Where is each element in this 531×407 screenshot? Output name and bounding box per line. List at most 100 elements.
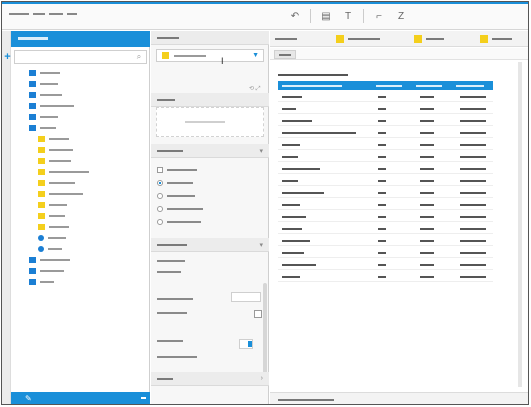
row-value	[378, 132, 386, 134]
tree-item[interactable]	[29, 256, 70, 264]
report-tab[interactable]	[274, 50, 296, 59]
legend-item[interactable]	[414, 35, 444, 43]
tree-item-label	[40, 72, 60, 74]
format-label	[157, 298, 193, 300]
tree-item[interactable]	[38, 179, 75, 187]
column-header[interactable]	[456, 85, 484, 87]
toolbar-separator	[363, 9, 364, 23]
options-section-header[interactable]: ›	[151, 372, 269, 386]
format-section-header[interactable]: ▾	[151, 238, 269, 252]
number-input[interactable]	[231, 292, 261, 302]
scrollbar[interactable]	[518, 62, 522, 387]
checkbox[interactable]	[157, 166, 163, 173]
measure-dropdown[interactable]: ▼	[156, 49, 264, 62]
chevron-down-icon[interactable]: ▾	[259, 147, 263, 155]
filters-drop-zone[interactable]	[156, 107, 264, 137]
legend-item[interactable]	[336, 35, 380, 43]
table-row[interactable]	[278, 199, 493, 210]
search-input[interactable]	[14, 50, 147, 64]
table-row[interactable]	[278, 211, 493, 222]
table-row[interactable]	[278, 127, 493, 138]
tree-item[interactable]	[38, 201, 67, 209]
chevron-down-icon[interactable]: ▾	[259, 241, 263, 249]
collapse-icon[interactable]	[141, 397, 146, 399]
tree-item[interactable]	[29, 113, 58, 121]
radio-button[interactable]	[157, 192, 163, 199]
table-row[interactable]	[278, 271, 493, 282]
table-row[interactable]	[278, 139, 493, 150]
tree-item[interactable]	[29, 278, 54, 286]
color-picker[interactable]	[239, 339, 253, 349]
row-value	[378, 228, 386, 230]
option-radio[interactable]	[157, 217, 201, 226]
tree-item[interactable]	[29, 267, 64, 275]
table-row[interactable]	[278, 259, 493, 270]
chevron-down-icon[interactable]: ▼	[252, 52, 259, 59]
column-header[interactable]	[376, 85, 402, 87]
radio-button[interactable]	[157, 205, 163, 212]
table-row[interactable]	[278, 151, 493, 162]
table-row[interactable]	[278, 163, 493, 174]
tree-item[interactable]	[29, 80, 58, 88]
pencil-icon[interactable]: ✎	[25, 394, 32, 403]
corner-icon[interactable]: ⌐	[372, 9, 386, 23]
text-icon[interactable]: T	[341, 9, 355, 23]
field-icon	[162, 52, 169, 59]
column-header[interactable]	[282, 85, 342, 87]
breadcrumb-item[interactable]	[67, 13, 77, 15]
data-panel-title	[18, 37, 48, 40]
row-label	[282, 264, 316, 266]
tree-item[interactable]	[38, 190, 83, 198]
option-radio[interactable]	[157, 178, 193, 187]
mouse-cursor: I	[221, 56, 224, 66]
option-checkbox[interactable]	[157, 165, 197, 174]
radio-button[interactable]	[157, 218, 163, 225]
field-icon	[38, 180, 45, 186]
option-radio[interactable]	[157, 204, 203, 213]
tree-item[interactable]	[38, 245, 62, 253]
tree-item[interactable]	[29, 102, 74, 110]
table-icon[interactable]: ▤	[319, 9, 333, 23]
tree-item[interactable]	[38, 212, 65, 220]
undo-icon[interactable]: ↶	[288, 9, 302, 23]
analysis-section-header[interactable]: ▾	[151, 144, 269, 158]
table-row[interactable]	[278, 103, 493, 114]
measure-actions[interactable]: ⟲ ⤢	[249, 85, 261, 93]
table-row[interactable]	[278, 223, 493, 234]
tree-item[interactable]	[38, 146, 73, 154]
toggle-checkbox[interactable]	[254, 310, 262, 318]
legend-item[interactable]	[480, 35, 512, 43]
plus-icon[interactable]: +	[3, 51, 12, 63]
option-radio[interactable]	[157, 191, 195, 200]
row-label	[282, 192, 324, 194]
filters-section-header[interactable]	[151, 93, 269, 107]
breadcrumb-item[interactable]	[33, 13, 45, 15]
tree-item[interactable]	[29, 69, 60, 77]
table-row[interactable]	[278, 91, 493, 102]
tree-item[interactable]	[29, 124, 56, 132]
radio-button[interactable]	[157, 179, 163, 186]
table-row[interactable]	[278, 115, 493, 126]
tree-item[interactable]	[38, 234, 66, 242]
scrollbar[interactable]	[263, 283, 267, 383]
tree-item[interactable]	[38, 168, 89, 176]
option-label	[167, 207, 203, 210]
measure-icon	[38, 235, 44, 241]
table-row[interactable]	[278, 175, 493, 186]
measure-section-header[interactable]	[151, 31, 269, 45]
table-row[interactable]	[278, 235, 493, 246]
tree-item[interactable]	[38, 157, 71, 165]
breadcrumb-item[interactable]	[49, 13, 63, 15]
search-icon[interactable]: ⌕	[134, 52, 144, 62]
tree-item[interactable]	[38, 223, 69, 231]
table-row[interactable]	[278, 247, 493, 258]
format-icon[interactable]: Z	[394, 9, 408, 23]
column-header[interactable]	[416, 85, 442, 87]
breadcrumb-item[interactable]	[9, 13, 29, 15]
tree-item[interactable]	[38, 135, 69, 143]
table-row[interactable]	[278, 187, 493, 198]
top-bar: ↶ ▤ T ⌐ Z	[2, 2, 528, 30]
chevron-right-icon[interactable]: ›	[261, 375, 263, 382]
tree-item[interactable]	[29, 91, 62, 99]
table-header	[278, 81, 493, 90]
